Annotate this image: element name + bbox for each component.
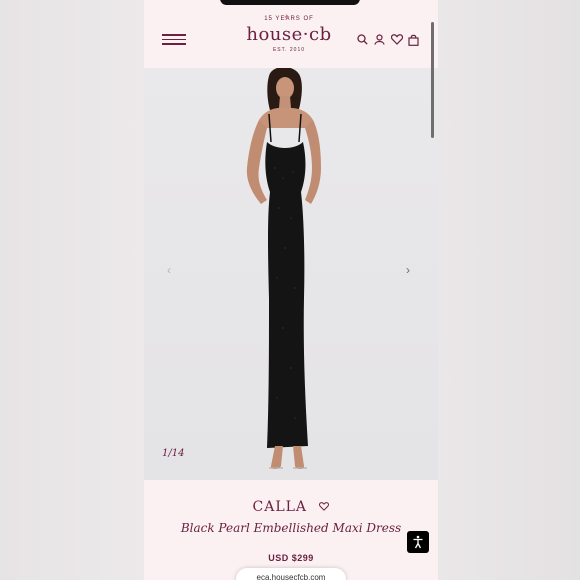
logo-ornament-icon: ✦	[283, 12, 291, 22]
account-icon[interactable]	[373, 33, 386, 46]
header-actions	[356, 33, 420, 46]
product-image-gallery[interactable]: ‹ › 1/14	[144, 68, 438, 480]
menu-icon[interactable]	[162, 34, 186, 48]
add-to-wishlist-heart-icon[interactable]	[319, 498, 330, 516]
wishlist-icon[interactable]	[390, 33, 403, 46]
bag-icon[interactable]	[407, 33, 420, 46]
browser-url-bar[interactable]: eca.housecfcb.com	[236, 568, 346, 580]
gallery-prev-arrow-icon[interactable]: ‹	[167, 263, 171, 277]
brand-logo[interactable]: ✦ 15 YEARS OF house·cb EST. 2010	[239, 12, 339, 68]
accessibility-icon[interactable]	[407, 531, 429, 553]
product-photo-model	[246, 68, 321, 469]
product-name: CALLA	[252, 499, 308, 516]
product-info: CALLA Black Pearl Embellished Maxi Dress…	[144, 480, 438, 580]
mobile-screen: ✦ 15 YEARS OF house·cb EST. 2010 ‹ › 1/1…	[144, 0, 438, 580]
site-header: ✦ 15 YEARS OF house·cb EST. 2010	[144, 0, 438, 68]
logo-brand-text: house·cb	[246, 24, 332, 45]
product-price: USD $299	[268, 553, 314, 563]
phone-notch	[220, 0, 360, 5]
image-counter: 1/14	[162, 448, 185, 459]
logo-bottom-text: EST. 2010	[272, 47, 306, 53]
product-name-row: CALLA	[144, 498, 438, 516]
gallery-next-arrow-icon[interactable]: ›	[406, 263, 410, 277]
product-subtitle: Black Pearl Embellished Maxi Dress	[180, 521, 402, 535]
search-icon[interactable]	[356, 33, 369, 46]
page-scrollbar[interactable]	[431, 22, 434, 138]
